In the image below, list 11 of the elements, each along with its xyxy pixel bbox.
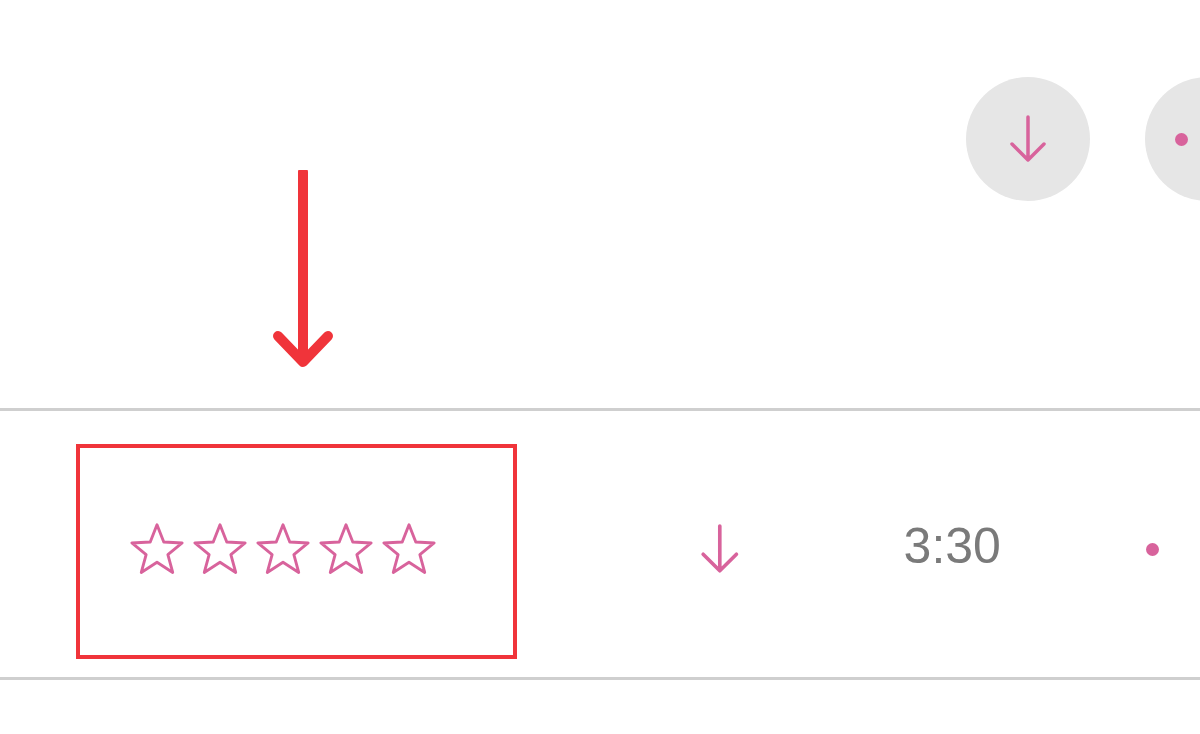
star-icon bbox=[317, 520, 375, 577]
star-icon bbox=[254, 520, 312, 577]
download-icon bbox=[1008, 114, 1048, 164]
download-icon bbox=[699, 523, 741, 575]
star-rating[interactable] bbox=[128, 520, 438, 577]
star-icon bbox=[191, 520, 249, 577]
track-duration: 3:30 bbox=[903, 521, 1001, 571]
star-icon bbox=[380, 520, 438, 577]
more-icon bbox=[1175, 132, 1188, 146]
more-icon[interactable] bbox=[1145, 543, 1159, 556]
star-icon bbox=[128, 520, 186, 577]
